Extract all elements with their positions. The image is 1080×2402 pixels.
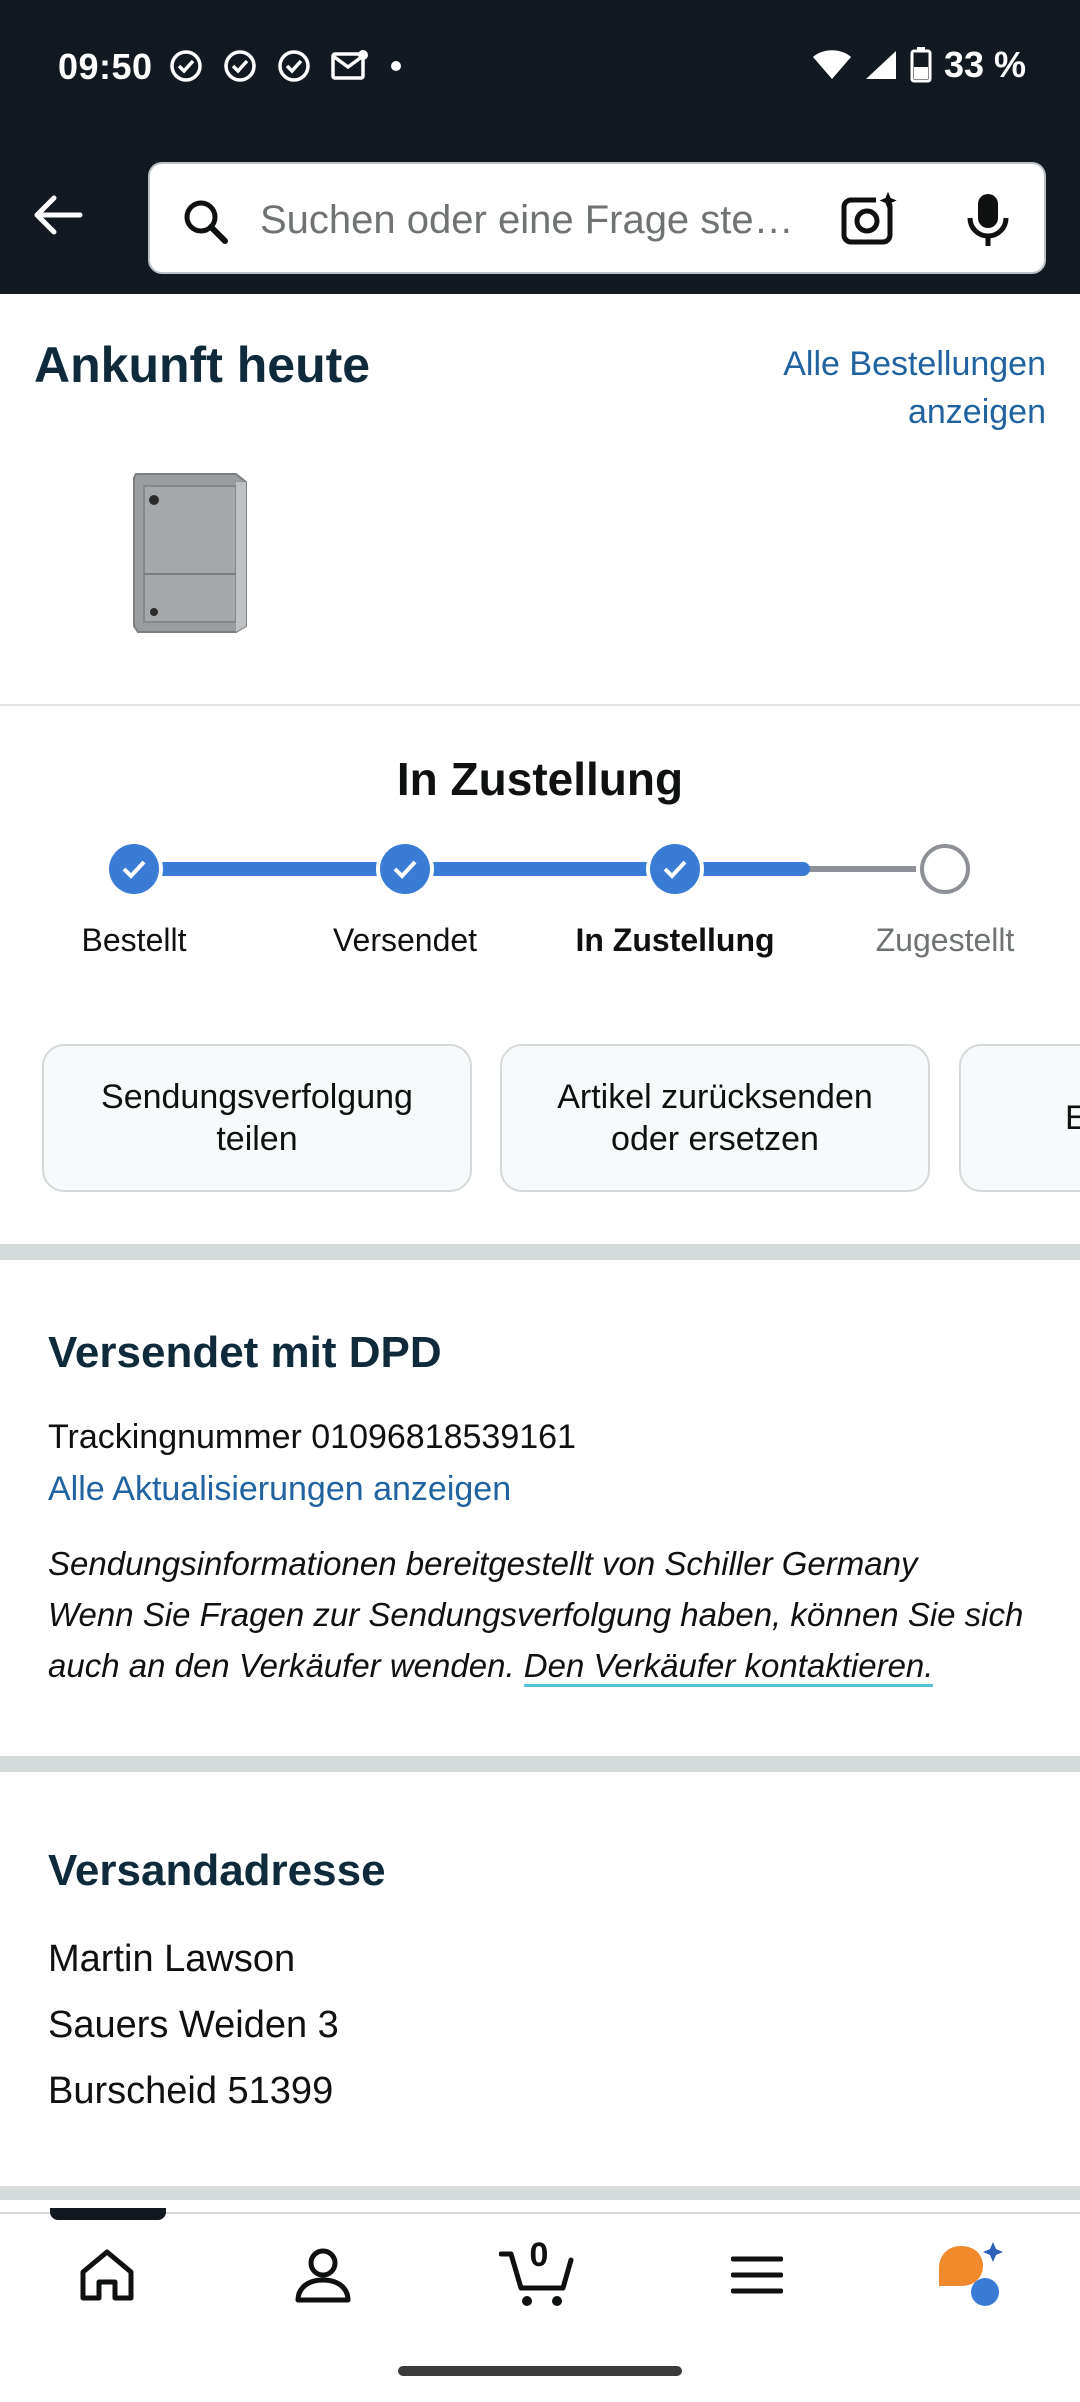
search-icon xyxy=(184,200,228,244)
section-divider xyxy=(0,704,1080,706)
microphone-icon[interactable] xyxy=(966,192,1010,248)
delivery-status-title: In Zustellung xyxy=(396,753,684,805)
check-circle-icon xyxy=(224,50,256,82)
search-bar[interactable] xyxy=(148,162,1046,274)
all-orders-link-line1: Alle Bestellungen xyxy=(783,345,1046,383)
share-tracking-label-line2: teilen xyxy=(216,1120,298,1158)
progress-track-fill xyxy=(134,862,810,876)
third-action-label: E xyxy=(1065,1099,1080,1137)
return-replace-label-line2: oder ersetzen xyxy=(611,1120,819,1158)
nav-menu[interactable] xyxy=(702,2240,812,2310)
camera-search-icon[interactable] xyxy=(840,190,900,248)
home-icon xyxy=(80,2249,134,2301)
nav-cart[interactable]: 0 xyxy=(484,2236,594,2310)
cart-icon-wrap: 0 xyxy=(499,2236,579,2310)
share-tracking-label-line1: Sendungsverfolgung xyxy=(101,1078,413,1116)
back-arrow-icon xyxy=(34,195,83,235)
shipping-info-line3: auch an den Verkäufer wenden. Den Verkäu… xyxy=(48,1640,1048,1691)
battery-icon xyxy=(910,47,932,83)
section-divider-thick xyxy=(0,2186,1080,2200)
shipping-info-text: Sendungsinformationen bereitgestellt von… xyxy=(48,1538,1048,1691)
share-tracking-button[interactable]: Sendungsverfolgung teilen xyxy=(42,1044,472,1192)
cart-icon xyxy=(499,2251,574,2306)
mail-icon xyxy=(331,50,368,80)
shipping-info-line3-text: auch an den Verkäufer wenden. xyxy=(48,1647,515,1684)
nav-account[interactable] xyxy=(268,2240,378,2310)
product-image[interactable] xyxy=(120,466,260,636)
wifi-icon xyxy=(812,50,851,79)
signal-icon xyxy=(865,51,896,79)
contact-seller-link[interactable]: Den Verkäufer kontaktieren. xyxy=(523,1647,934,1687)
account-icon xyxy=(295,2248,351,2303)
shipping-info-line1: Sendungsinformationen bereitgestellt von… xyxy=(48,1545,918,1582)
nav-home[interactable] xyxy=(52,2240,162,2310)
grow-tent-image xyxy=(133,473,247,633)
return-replace-label-line1: Artikel zurücksenden xyxy=(557,1078,873,1116)
all-orders-link[interactable]: Alle Bestellungen anzeigen xyxy=(706,340,1046,436)
active-tab-indicator xyxy=(50,2208,166,2220)
battery-percent: 33 % xyxy=(943,44,1026,85)
section-divider-thick xyxy=(0,1756,1080,1772)
dot-icon xyxy=(391,61,401,71)
check-circle-icon xyxy=(278,50,310,82)
checkmark-icon xyxy=(122,860,146,879)
address-name: Martin Lawson xyxy=(48,1938,296,1980)
checkmark-icon xyxy=(663,860,687,879)
menu-icon xyxy=(731,2256,783,2294)
carrier-heading: Versendet mit DPD xyxy=(48,1328,442,1377)
all-updates-link[interactable]: Alle Aktualisierungen anzeigen xyxy=(48,1470,511,1509)
system-indicators: 33 % xyxy=(812,44,1026,86)
notification-icons xyxy=(168,48,406,84)
checkmark-icon xyxy=(393,860,417,879)
rufus-icon xyxy=(939,2242,1003,2306)
step-ordered-dot xyxy=(109,844,159,894)
step-label-delivered: Zugestellt xyxy=(875,922,1015,958)
step-out-for-delivery-dot xyxy=(650,844,700,894)
check-circle-icon xyxy=(170,50,202,82)
address-street: Sauers Weiden 3 xyxy=(48,2004,339,2046)
section-divider-thick xyxy=(0,1244,1080,1260)
address-heading: Versandadresse xyxy=(48,1846,386,1895)
status-time: 09:50 xyxy=(58,46,153,87)
step-label-shipped: Versendet xyxy=(332,922,478,958)
all-orders-link-line2: anzeigen xyxy=(907,393,1046,431)
arrival-heading: Ankunft heute xyxy=(34,337,371,393)
back-button[interactable] xyxy=(28,190,90,240)
step-delivered-dot xyxy=(920,844,970,894)
step-label-ordered: Bestellt xyxy=(81,922,187,958)
address-city: Burscheid 51399 xyxy=(48,2070,334,2112)
status-bar: 09:50 33 % xyxy=(0,0,1080,140)
step-label-out-for-delivery: In Zustellung xyxy=(575,922,775,958)
step-shipped-dot xyxy=(380,844,430,894)
gesture-home-bar[interactable] xyxy=(398,2366,682,2376)
return-replace-button[interactable]: Artikel zurücksenden oder ersetzen xyxy=(500,1044,930,1192)
shipping-info-line2: Wenn Sie Fragen zur Sendungsverfolgung h… xyxy=(48,1596,1024,1633)
third-action-button[interactable]: E xyxy=(959,1044,1080,1192)
tracking-number: Trackingnummer 01096818539161 xyxy=(48,1418,576,1456)
nav-rufus[interactable] xyxy=(918,2240,1028,2310)
search-header xyxy=(0,140,1080,294)
